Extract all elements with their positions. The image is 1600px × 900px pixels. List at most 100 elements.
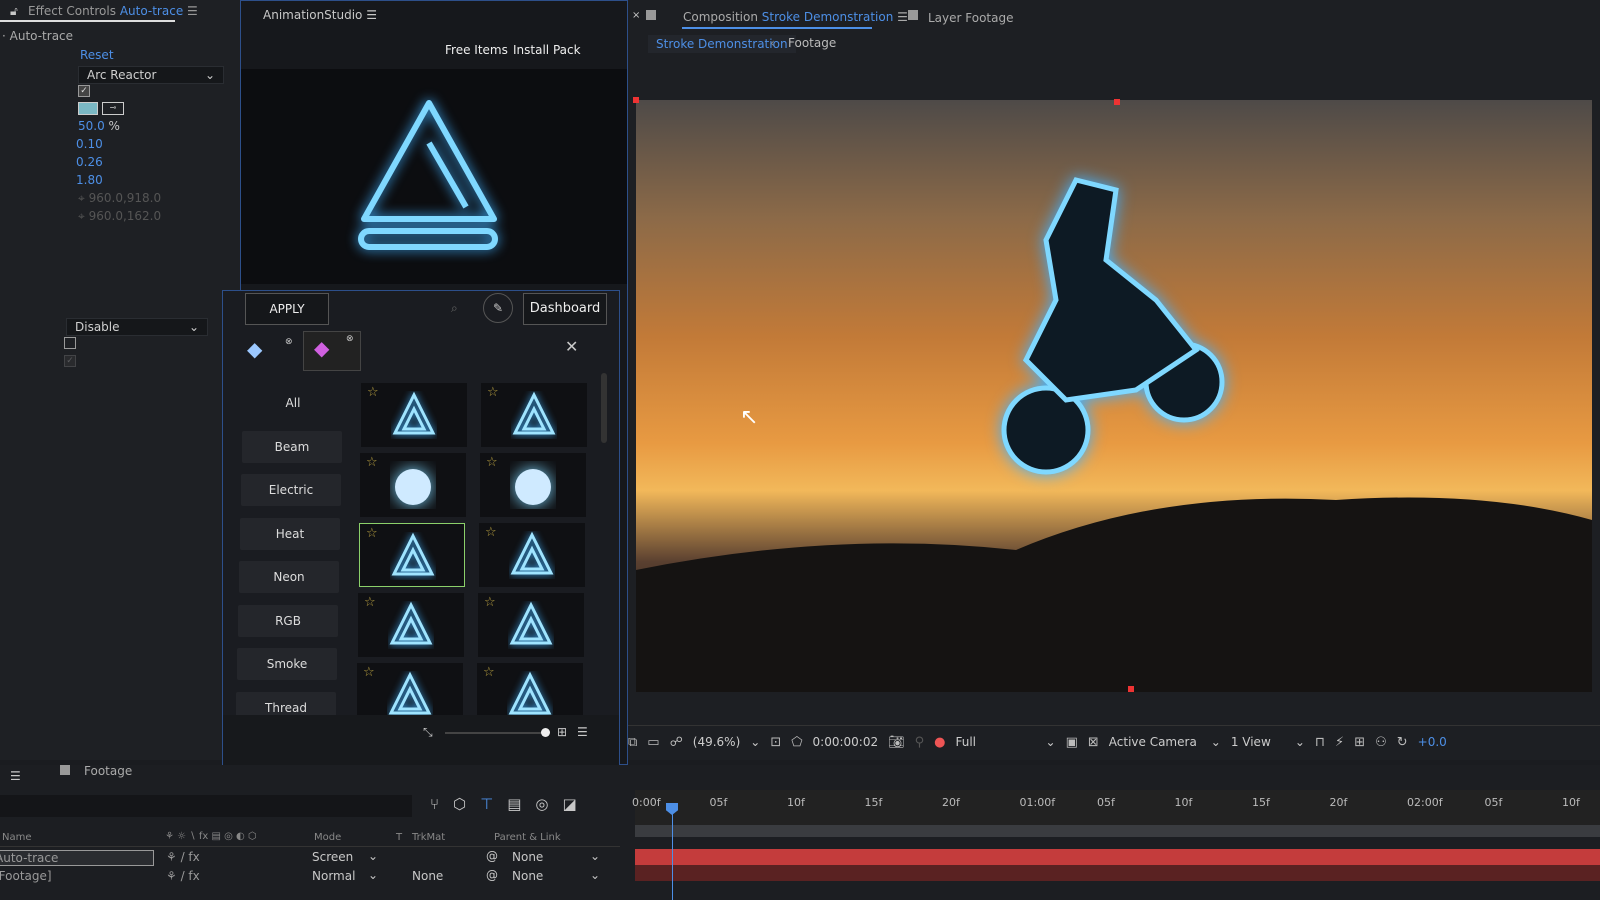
apply-button[interactable]: APPLY <box>245 293 329 325</box>
menu-icon[interactable]: ☰ <box>10 769 21 783</box>
checkbox[interactable]: ✓ <box>78 85 90 97</box>
handle[interactable] <box>1128 686 1134 692</box>
preset-dropdown[interactable]: Arc Reactor <box>78 66 224 84</box>
mask-path-icon[interactable]: ⬠ <box>791 735 802 750</box>
graph-editor-icon[interactable]: ◪ <box>562 795 576 813</box>
parent-dropdown[interactable]: None <box>512 869 543 883</box>
camera-dropdown[interactable]: Active Camera <box>1109 735 1201 749</box>
crosshair-icon[interactable]: ⌖ <box>78 209 85 223</box>
point-2[interactable]: 960.0,162.0 <box>89 209 162 223</box>
camera-icon[interactable]: 📷︎ <box>888 735 905 750</box>
effect-thumbnail[interactable]: ☆ <box>358 593 464 657</box>
layer-name[interactable]: Auto-trace <box>0 850 154 866</box>
favorite-star-icon[interactable]: ☆ <box>364 595 376 610</box>
frame-blend-icon[interactable]: ▤ <box>507 795 521 813</box>
effect-name[interactable]: Auto-trace <box>10 29 73 43</box>
flowchart-icon[interactable]: ⚇ <box>1375 735 1387 750</box>
tab-timeline[interactable]: Footage <box>84 764 132 778</box>
playhead[interactable] <box>672 805 673 900</box>
mask-icon[interactable]: ☍ <box>670 735 683 750</box>
safe-area-icon[interactable]: ⊡ <box>770 735 781 750</box>
timeline-icon[interactable]: ⊞ <box>1354 735 1365 750</box>
layer-bar[interactable] <box>635 849 1600 865</box>
favorite-star-icon[interactable]: ☆ <box>363 665 375 680</box>
layer-row[interactable]: Auto-trace ⚘ / fx Screen ⌄ @ None ⌄ <box>0 849 620 867</box>
pack-gem-icon[interactable]: ◆ <box>314 336 329 360</box>
favorite-star-icon[interactable]: ☆ <box>486 455 498 470</box>
3d-light-icon[interactable]: ⬡ <box>453 795 466 813</box>
pickwhip-icon[interactable]: @ <box>486 849 498 863</box>
close-icon[interactable]: ⊗ <box>346 334 354 344</box>
percent-value[interactable]: 50.0 <box>78 119 105 133</box>
tab-layer[interactable]: Layer Footage <box>928 11 1014 25</box>
checkbox[interactable] <box>64 337 76 349</box>
effect-thumbnail[interactable]: ☆ <box>479 523 585 587</box>
favorite-star-icon[interactable]: ☆ <box>366 526 378 541</box>
composition-viewer[interactable] <box>636 100 1592 692</box>
size-slider[interactable] <box>445 732 545 734</box>
crosshair-icon[interactable]: ⌖ <box>78 191 85 205</box>
region-icon[interactable]: ▣ <box>1066 735 1078 750</box>
favorite-star-icon[interactable]: ☆ <box>487 385 499 400</box>
draft-3d-icon[interactable]: ⊤ <box>480 795 493 813</box>
search-icon[interactable]: ⌕ <box>451 301 458 316</box>
effect-thumbnail[interactable]: ☆ <box>361 383 467 447</box>
channels-icon[interactable]: ● <box>934 735 945 750</box>
category-electric[interactable]: Electric <box>241 474 341 506</box>
favorite-star-icon[interactable]: ☆ <box>485 525 497 540</box>
zoom-dropdown[interactable]: (49.6%) <box>693 735 740 749</box>
motion-blur-icon[interactable]: ◎ <box>535 795 548 813</box>
checkbox[interactable]: ✓ <box>64 355 76 367</box>
category-smoke[interactable]: Smoke <box>237 648 337 680</box>
tab-composition[interactable]: Stroke Demonstration <box>762 10 894 24</box>
graph-icon[interactable]: ⑂ <box>430 795 439 813</box>
trkmat-dropdown[interactable]: None <box>412 869 443 883</box>
handle[interactable] <box>1114 99 1120 105</box>
close-icon[interactable]: × <box>632 10 640 21</box>
pack-gem-icon[interactable]: ◆ <box>247 337 262 361</box>
install-pack-link[interactable]: Install Pack <box>513 43 581 57</box>
category-rgb[interactable]: RGB <box>238 604 338 637</box>
effect-thumbnail[interactable]: ☆ <box>481 383 587 447</box>
eyedropper-icon[interactable]: ⊸ <box>102 102 124 115</box>
grid-view-icon[interactable]: ⊞ <box>557 725 567 739</box>
parent-dropdown[interactable]: None <box>512 850 543 864</box>
layer-bar[interactable] <box>635 865 1600 881</box>
favorite-star-icon[interactable]: ☆ <box>366 455 378 470</box>
pickwhip-icon[interactable]: @ <box>486 868 498 882</box>
color-swatch[interactable] <box>78 102 98 115</box>
value-1[interactable]: 0.10 <box>76 137 103 151</box>
view-layout-dropdown[interactable]: 1 View <box>1231 735 1285 749</box>
snapshot-icon[interactable]: ⚲ <box>915 735 925 750</box>
effect-thumbnail[interactable]: ☆ <box>359 523 465 587</box>
transparency-icon[interactable]: ⊠ <box>1088 735 1099 750</box>
effect-thumbnail[interactable]: ☆ <box>478 593 584 657</box>
category-neon[interactable]: Neon <box>239 561 339 593</box>
point-1[interactable]: 960.0,918.0 <box>89 191 162 205</box>
reset-exposure-icon[interactable]: ↻ <box>1397 735 1408 750</box>
exposure-value[interactable]: +0.0 <box>1418 735 1447 749</box>
fast-preview-icon[interactable]: ⚡︎ <box>1335 735 1344 750</box>
menu-icon[interactable]: ☰ <box>366 8 377 22</box>
favorite-star-icon[interactable]: ☆ <box>483 665 495 680</box>
tools-icon[interactable]: ✕ <box>565 337 578 356</box>
panel-tab[interactable]: Effect Controls Auto-trace ☰ <box>28 4 198 18</box>
monitor-icon[interactable]: ▭ <box>647 735 659 750</box>
layer-switches[interactable]: ⚘ / fx <box>166 850 200 864</box>
resize-icon[interactable]: ⤡ <box>423 725 433 740</box>
brush-icon[interactable]: ✎ <box>483 293 513 323</box>
category-beam[interactable]: Beam <box>242 430 342 463</box>
list-view-icon[interactable]: ☰ <box>577 725 588 739</box>
dashboard-button[interactable]: Dashboard <box>523 293 607 325</box>
effect-thumbnail[interactable]: ☆ <box>480 453 586 517</box>
timecode[interactable]: 0:00:00:02 <box>813 735 879 749</box>
value-3[interactable]: 1.80 <box>76 173 103 187</box>
category-all[interactable]: All <box>243 387 343 419</box>
pixel-aspect-icon[interactable]: ⊓ <box>1315 735 1325 750</box>
layer-row[interactable]: [Footage] ⚘ / fx Normal⌄ None @ None⌄ <box>0 868 620 886</box>
resolution-dropdown[interactable]: Full <box>956 735 1036 749</box>
layer-search-input[interactable] <box>0 795 412 817</box>
category-heat[interactable]: Heat <box>240 517 340 550</box>
effect-thumbnail[interactable]: ☆ <box>360 453 466 517</box>
favorite-star-icon[interactable]: ☆ <box>484 595 496 610</box>
